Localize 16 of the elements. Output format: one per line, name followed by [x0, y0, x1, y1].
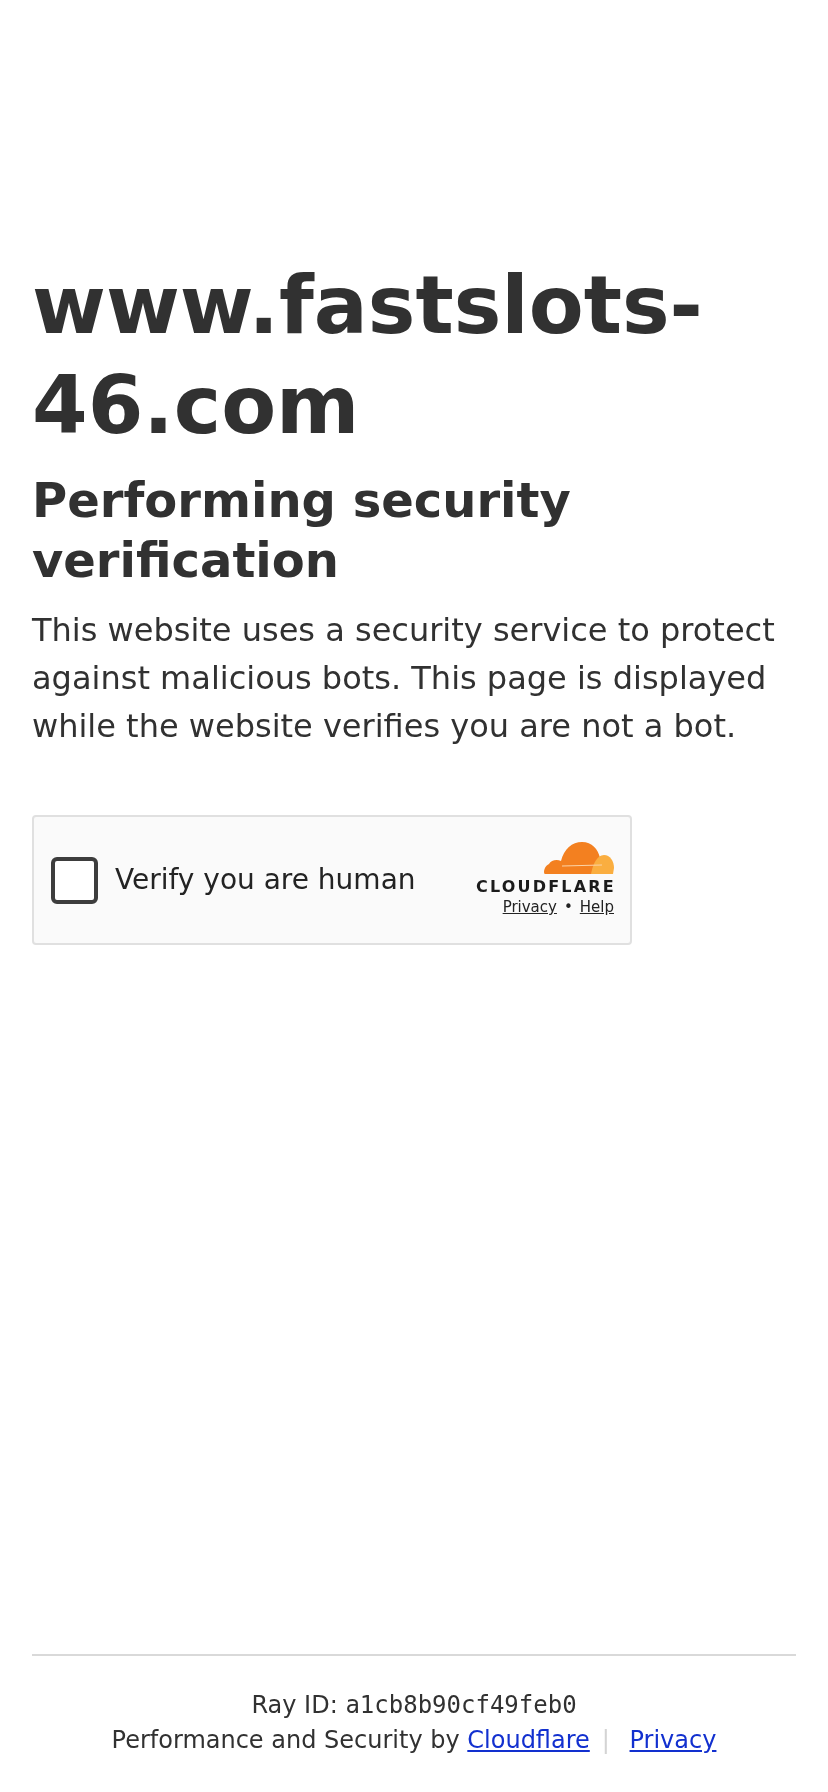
checkbox[interactable]	[51, 856, 98, 904]
credit-text: Performance and Security by	[111, 1726, 460, 1754]
link-separator: |	[601, 1726, 610, 1754]
verification-heading: Performing security verification	[32, 471, 572, 590]
brand-wordmark: CLOUDFLARE	[476, 878, 616, 895]
link-separator: •	[563, 898, 573, 917]
site-domain-heading: www.fastslots-46.com	[32, 258, 704, 454]
checkbox-label[interactable]: Verify you are human	[115, 862, 416, 898]
ray-id-value: a1cb8b90cf49feb0	[345, 1691, 577, 1719]
ray-id-label: Ray ID:	[251, 1691, 338, 1719]
footer-link[interactable]: Privacy	[629, 1726, 717, 1754]
footer-link[interactable]: Cloudflare	[467, 1726, 590, 1754]
widget-link[interactable]: Help	[579, 898, 614, 917]
cloud-logo-icon	[544, 842, 614, 874]
widget-link[interactable]: Privacy	[502, 898, 557, 917]
description-text: This website uses a security service to protect against malicious bots. This page is displayed while the website verifies you are not a bot.	[32, 610, 776, 747]
